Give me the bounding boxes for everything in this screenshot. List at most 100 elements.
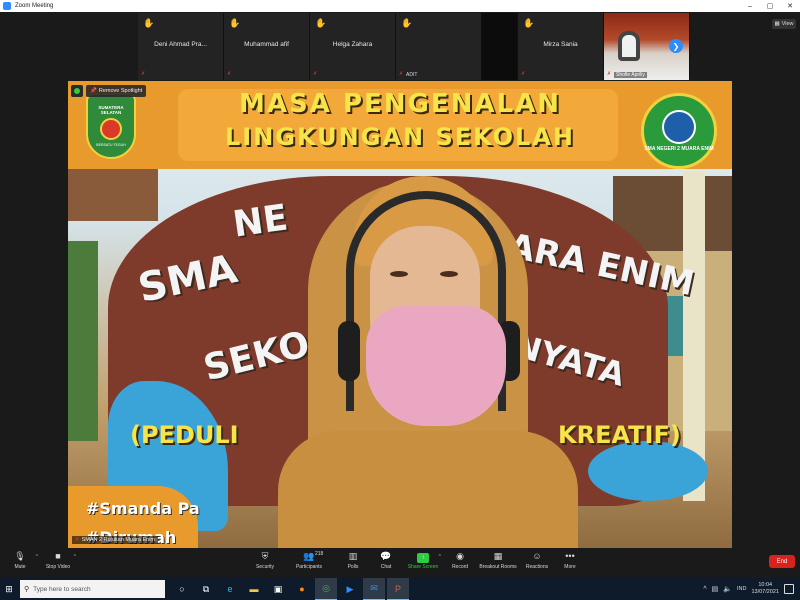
view-button[interactable]: ▦ View bbox=[772, 19, 796, 29]
network-icon[interactable]: ▤ bbox=[712, 585, 719, 593]
reactions-label: Reactions bbox=[525, 564, 549, 570]
chevron-up-icon[interactable]: ^ bbox=[703, 586, 706, 593]
raised-hand-icon: ✋ bbox=[401, 18, 413, 28]
taskbar-apps: ○ ⧉ e ▬ ▣ ● ◎ ▶ ✉ P bbox=[171, 578, 409, 600]
reactions-icon: ☺ bbox=[532, 551, 542, 561]
task-view-icon[interactable]: ⧉ bbox=[195, 578, 217, 600]
security-badge-icon[interactable] bbox=[71, 85, 83, 97]
chrome-icon[interactable]: ◎ bbox=[315, 578, 337, 600]
status-dot bbox=[74, 88, 80, 94]
file-explorer-icon[interactable]: ▬ bbox=[243, 578, 265, 600]
window-title-bar: Zoom Meeting – ▢ ✕ bbox=[0, 0, 800, 12]
microphone-icon: 🎙 bbox=[14, 551, 26, 561]
mute-button[interactable]: 🎙 Mute ^ bbox=[0, 551, 40, 575]
security-button[interactable]: ⛨ Security bbox=[245, 551, 285, 575]
search-icon: ⚲ bbox=[24, 586, 30, 593]
grid-icon: ▦ bbox=[774, 21, 780, 27]
window-title: Zoom Meeting bbox=[15, 3, 54, 9]
participant-gallery-strip: ✋ Deni Ahmad Pra... ✗ ✋ Muhammad afif ✗ … bbox=[138, 13, 690, 80]
mic-muted-icon: ✗ bbox=[313, 71, 318, 77]
participants-label: Participants bbox=[295, 564, 323, 570]
crest-emblem bbox=[100, 118, 122, 140]
participant-tile[interactable]: ✋ ✗ ADIT bbox=[396, 13, 482, 80]
participant-tile[interactable]: ✋ Mirza Sania ✗ bbox=[518, 13, 604, 80]
firefox-icon[interactable]: ● bbox=[291, 578, 313, 600]
polls-icon: ▥ bbox=[348, 551, 358, 561]
spotlight-participant-name: SMAN 2 Rujukan Muara Enim bbox=[81, 537, 155, 543]
store-icon[interactable]: ▣ bbox=[267, 578, 289, 600]
participants-button[interactable]: 👥 218 Participants bbox=[289, 551, 329, 575]
meeting-stage: ✋ Deni Ahmad Pra... ✗ ✋ Muhammad afif ✗ … bbox=[0, 12, 800, 548]
share-screen-button[interactable]: ↑ Share Screen ^ bbox=[403, 551, 443, 575]
shield-icon: ⛨ bbox=[261, 551, 269, 561]
participant-tile[interactable]: ✋ Muhammad afif ✗ bbox=[224, 13, 310, 80]
record-icon: ◉ bbox=[456, 551, 464, 561]
stop-video-button[interactable]: ■ Stop Video ^ bbox=[38, 551, 78, 575]
stop-video-label: Stop Video bbox=[45, 564, 71, 570]
end-meeting-button[interactable]: End bbox=[769, 555, 795, 568]
participant-video-feed bbox=[618, 31, 640, 61]
share-screen-icon: ↑ bbox=[417, 551, 429, 563]
record-button[interactable]: ◉ Record bbox=[440, 551, 480, 575]
view-button-label: View bbox=[781, 21, 794, 27]
meeting-toolbar: 🎙 Mute ^ ■ Stop Video ^ ⛨ Security 👥 218… bbox=[0, 548, 800, 576]
notification-center-icon[interactable] bbox=[784, 584, 794, 594]
chevron-up-icon[interactable]: ^ bbox=[74, 554, 76, 560]
minimize-button[interactable]: – bbox=[740, 0, 760, 12]
volume-icon[interactable]: 🔈 bbox=[723, 585, 732, 593]
language-indicator[interactable]: IND bbox=[737, 586, 746, 592]
chat-icon: 💬 bbox=[380, 551, 392, 561]
participant-name: Mirza Sania bbox=[543, 41, 578, 48]
next-page-arrow-icon[interactable]: ❯ bbox=[669, 39, 683, 53]
windows-start-icon[interactable]: ⊞ bbox=[0, 578, 18, 600]
close-button[interactable]: ✕ bbox=[780, 0, 800, 12]
participants-icon: 👥 bbox=[303, 551, 315, 561]
participant-tile[interactable]: ✋ Helga Zahara ✗ bbox=[310, 13, 396, 80]
participant-count: 218 bbox=[315, 551, 324, 557]
maximize-button[interactable]: ▢ bbox=[760, 0, 780, 12]
zoom-icon[interactable]: ▶ bbox=[339, 578, 361, 600]
speaker-body bbox=[278, 431, 578, 548]
raised-hand-icon: ✋ bbox=[229, 18, 241, 28]
crest-text: SMA NEGERI 2 MUARA ENIM bbox=[644, 146, 714, 152]
province-crest-logo: SUMATERA SELATAN BERSATU TEGUH bbox=[86, 93, 136, 159]
remove-spotlight-label: Remove Spotlight bbox=[98, 88, 143, 94]
mic-muted-icon: ✗ bbox=[227, 71, 232, 77]
background-roof-left bbox=[68, 161, 158, 221]
pin-icon: 📌 bbox=[90, 88, 97, 94]
remove-spotlight-button[interactable]: 📌 Remove Spotlight bbox=[86, 85, 147, 97]
zoom-app-icon bbox=[3, 2, 11, 10]
edge-icon[interactable]: e bbox=[219, 578, 241, 600]
banner-headline: MASA PENGENALAN bbox=[239, 89, 561, 119]
mic-muted-icon: ✗ bbox=[75, 537, 80, 543]
share-screen-label: Share Screen bbox=[407, 564, 439, 570]
crest-motto: BERSATU TEGUH bbox=[96, 143, 126, 147]
clock-date: 13/07/2021 bbox=[751, 589, 779, 595]
spotlight-video[interactable]: SMA NE JUARA ENIM SEKO NYATA MASA PENGEN… bbox=[68, 81, 732, 548]
speaker-person bbox=[268, 131, 588, 548]
record-label: Record bbox=[451, 564, 469, 570]
participant-tile[interactable]: ✋ Deni Ahmad Pra... ✗ bbox=[138, 13, 224, 80]
mail-icon[interactable]: ✉ bbox=[363, 578, 385, 600]
clock-time: 10:04 bbox=[758, 582, 773, 588]
breakout-rooms-icon: ▦ bbox=[493, 551, 503, 561]
breakout-rooms-button[interactable]: ▦ Breakout Rooms bbox=[478, 551, 518, 575]
powerpoint-icon[interactable]: P bbox=[387, 578, 409, 600]
more-button[interactable]: ••• More bbox=[550, 551, 590, 575]
background-foliage bbox=[68, 241, 98, 441]
chat-button[interactable]: 💬 Chat bbox=[366, 551, 406, 575]
taskbar-search-box[interactable]: ⚲ Type here to search bbox=[20, 580, 165, 598]
participant-tile-black[interactable] bbox=[482, 13, 518, 80]
school-crest-logo: SMA NEGERI 2 MUARA ENIM bbox=[641, 93, 717, 169]
taskbar-clock[interactable]: 10:04 13/07/2021 bbox=[751, 582, 779, 596]
cortana-icon[interactable]: ○ bbox=[171, 578, 193, 600]
windows-taskbar: ⊞ ⚲ Type here to search ○ ⧉ e ▬ ▣ ● ◎ ▶ … bbox=[0, 578, 800, 600]
system-tray: ^ ▤ 🔈 IND 10:04 13/07/2021 bbox=[703, 582, 800, 596]
more-icon: ••• bbox=[565, 551, 575, 561]
hashtag-text: #Smanda Pa bbox=[86, 499, 200, 518]
mic-muted-icon: ✗ bbox=[141, 71, 146, 77]
participant-name: Helga Zahara bbox=[332, 41, 373, 48]
raised-hand-icon: ✋ bbox=[315, 18, 327, 28]
polls-label: Polls bbox=[347, 564, 359, 570]
background-pool bbox=[588, 441, 708, 501]
